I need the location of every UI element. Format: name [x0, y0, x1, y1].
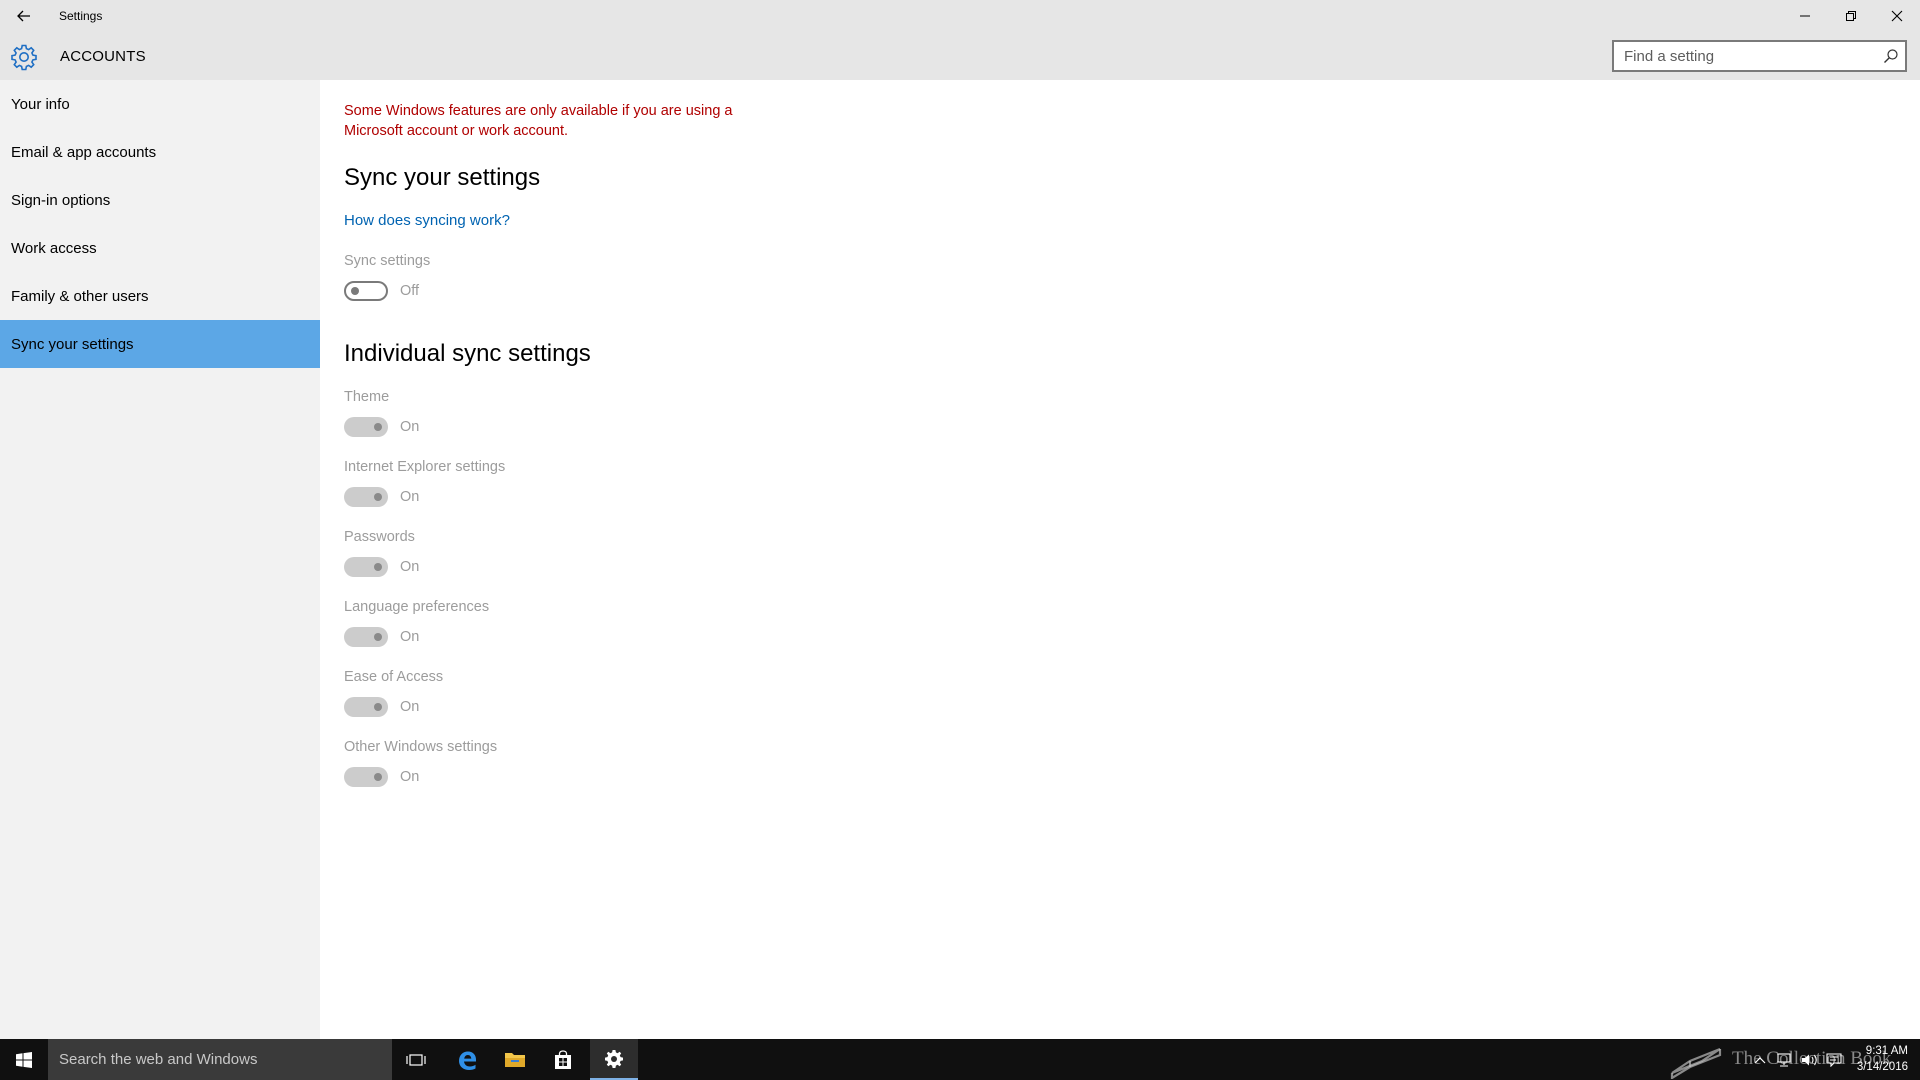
action-center-tray-button[interactable] — [1822, 1039, 1846, 1080]
toggle-knob — [374, 493, 382, 501]
other-windows-settings-state: On — [400, 769, 420, 785]
language-preferences-label: Language preferences — [344, 599, 490, 615]
task-view-icon — [406, 1053, 426, 1066]
edge-taskbar-button[interactable] — [443, 1039, 491, 1080]
window-title: Settings — [59, 9, 103, 23]
back-button[interactable] — [10, 4, 38, 28]
folder-icon — [505, 1052, 525, 1067]
internet-explorer-settings-state: On — [400, 489, 420, 505]
ease-of-access-label: Ease of Access — [344, 669, 444, 685]
page-title: ACCOUNTS — [60, 48, 146, 65]
theme-toggle[interactable] — [344, 417, 388, 437]
individual-sync-heading: Individual sync settings — [344, 340, 591, 367]
passwords-state: On — [400, 559, 420, 575]
account-warning-text: Some Windows features are only available… — [344, 103, 733, 139]
network-icon — [1777, 1052, 1791, 1067]
file-explorer-taskbar-button[interactable] — [491, 1039, 539, 1080]
toggle-knob — [374, 633, 382, 641]
find-setting-input[interactable] — [1622, 46, 1872, 66]
volume-tray-button[interactable] — [1798, 1039, 1822, 1080]
toggle-knob — [351, 287, 359, 295]
sidebar-item-label: Family & other users — [11, 287, 149, 305]
toggle-knob — [374, 703, 382, 711]
sidebar-item-email-app-accounts[interactable]: Email & app accounts — [0, 128, 320, 176]
taskbar-search-input[interactable] — [48, 1039, 392, 1080]
close-button[interactable] — [1874, 0, 1920, 32]
theme-state: On — [400, 419, 420, 435]
start-button[interactable] — [0, 1039, 48, 1080]
sidebar-item-label: Email & app accounts — [11, 143, 157, 161]
settings-taskbar-button[interactable] — [590, 1039, 638, 1080]
sync-settings-label: Sync settings — [344, 253, 431, 269]
store-taskbar-button[interactable] — [539, 1039, 587, 1080]
back-arrow-icon — [17, 10, 30, 22]
toggle-knob — [374, 423, 382, 431]
passwords-label: Passwords — [344, 529, 415, 545]
sidebar-item-work-access[interactable]: Work access — [0, 224, 320, 272]
chevron-up-icon — [1754, 1056, 1766, 1063]
language-preferences-state: On — [400, 629, 420, 645]
book-watermark-icon — [1670, 1047, 1722, 1079]
toggle-knob — [374, 773, 382, 781]
store-bag-icon — [555, 1049, 571, 1069]
minimize-button[interactable] — [1782, 0, 1828, 32]
gear-icon — [605, 1049, 623, 1068]
close-icon — [1891, 10, 1903, 22]
gear-icon — [11, 44, 37, 71]
internet-explorer-settings-label: Internet Explorer settings — [344, 459, 506, 475]
sidebar-item-label: Sync your settings — [11, 335, 134, 353]
action-center-icon — [1826, 1052, 1842, 1067]
language-preferences-toggle[interactable] — [344, 627, 388, 647]
speaker-icon — [1802, 1054, 1817, 1065]
windows-logo-icon — [16, 1051, 32, 1068]
sync-settings-state: Off — [400, 283, 420, 299]
settings-window: Settings ACCOUNTS Find a setting Your in… — [0, 0, 1920, 1039]
ease-of-access-toggle[interactable] — [344, 697, 388, 717]
sidebar-item-sign-in-options[interactable]: Sign-in options — [0, 176, 320, 224]
show-hidden-icons-button[interactable] — [1750, 1039, 1770, 1080]
restore-button[interactable] — [1828, 0, 1874, 32]
clock-time: 9:31 AM — [1865, 1045, 1908, 1057]
sidebar-item-label: Your info — [11, 95, 70, 113]
theme-label: Theme — [344, 389, 390, 405]
minimize-icon — [1800, 15, 1810, 17]
sync-heading: Sync your settings — [344, 164, 541, 191]
internet-explorer-settings-toggle[interactable] — [344, 487, 388, 507]
task-view-button[interactable] — [392, 1039, 440, 1080]
header: ACCOUNTS — [0, 32, 1920, 80]
taskbar: The Collection Book 9:31 AM 3/14/2016 — [0, 1039, 1920, 1080]
toggle-knob — [374, 563, 382, 571]
taskbar-clock[interactable]: 9:31 AM 3/14/2016 — [1848, 1043, 1908, 1075]
other-windows-settings-label: Other Windows settings — [344, 739, 498, 755]
sidebar-item-label: Sign-in options — [11, 191, 111, 209]
how-syncing-works-link[interactable]: How does syncing work? — [344, 212, 510, 229]
title-bar: Settings — [0, 0, 1920, 32]
find-setting-box — [1612, 40, 1907, 72]
restore-icon — [1846, 11, 1856, 21]
sidebar-item-sync-your-settings[interactable]: Sync your settings — [0, 320, 320, 368]
other-windows-settings-toggle[interactable] — [344, 767, 388, 787]
sync-settings-toggle[interactable] — [344, 281, 388, 301]
edge-browser-icon — [459, 1051, 476, 1070]
passwords-toggle[interactable] — [344, 557, 388, 577]
sidebar-item-family-other-users[interactable]: Family & other users — [0, 272, 320, 320]
sidebar: Your info Email & app accounts Sign-in o… — [0, 80, 320, 1039]
main-content: Some Windows features are only available… — [320, 80, 1920, 1039]
ease-of-access-state: On — [400, 699, 420, 715]
sidebar-item-your-info[interactable]: Your info — [0, 80, 320, 128]
search-icon[interactable] — [1883, 48, 1899, 64]
sidebar-item-label: Work access — [11, 239, 97, 257]
network-tray-button[interactable] — [1772, 1039, 1796, 1080]
clock-date: 3/14/2016 — [1856, 1061, 1908, 1073]
